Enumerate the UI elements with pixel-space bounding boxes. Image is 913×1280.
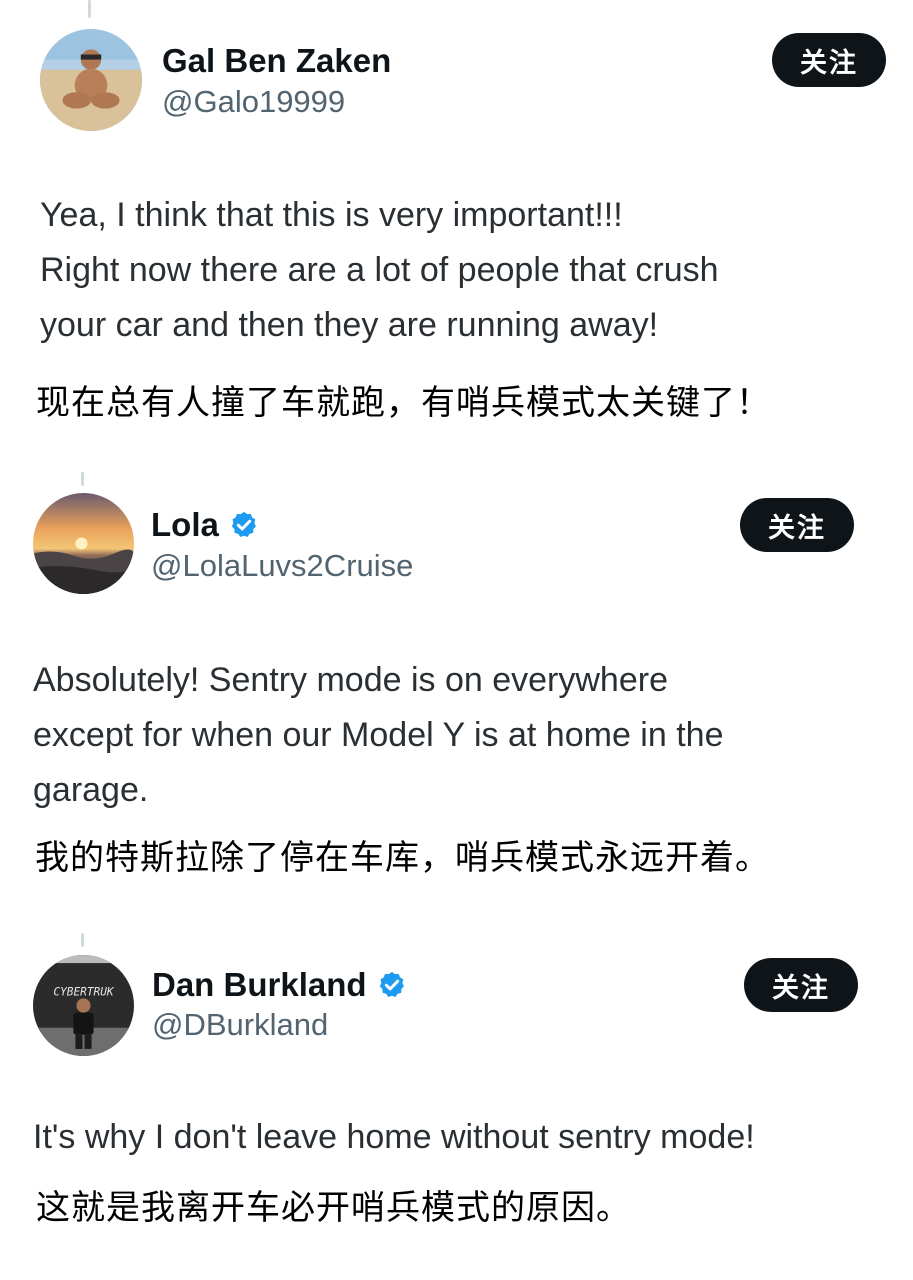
follow-button[interactable]: 关注 <box>740 498 854 552</box>
display-name-text[interactable]: Gal Ben Zaken <box>162 42 391 80</box>
tweet-text-line: Right now there are a lot of people that… <box>40 251 719 289</box>
avatar[interactable] <box>40 29 142 131</box>
display-name-text[interactable]: Lola <box>151 506 219 544</box>
user-handle[interactable]: @Galo19999 <box>162 84 345 120</box>
tweet-text-line: Yea, I think that this is very important… <box>40 196 623 234</box>
display-name[interactable]: Lola <box>151 506 259 544</box>
translation-text: 我的特斯拉除了停在车库，哨兵模式永远开着。 <box>35 838 770 878</box>
display-name-text[interactable]: Dan Burkland <box>152 966 367 1004</box>
translation-text: 现在总有人撞了车就跑，有哨兵模式太关键了！ <box>36 383 771 423</box>
tweet-text-line: garage. <box>33 771 149 809</box>
translation-text: 这就是我离开车必开哨兵模式的原因。 <box>36 1188 631 1228</box>
user-handle[interactable]: @LolaLuvs2Cruise <box>151 548 413 584</box>
svg-text:CYBERTRUK: CYBERTRUK <box>53 985 115 998</box>
user-handle[interactable]: @DBurkland <box>152 1007 328 1043</box>
tweet-text-line: except for when our Model Y is at home i… <box>33 716 724 754</box>
tweet-text: Yea, I think that this is very important… <box>40 188 719 353</box>
avatar[interactable]: CYBERTRUK <box>33 955 134 1056</box>
follow-button[interactable]: 关注 <box>772 33 886 87</box>
display-name[interactable]: Gal Ben Zaken <box>162 42 391 80</box>
follow-button[interactable]: 关注 <box>744 958 858 1012</box>
thread-connector <box>88 0 91 18</box>
tweet-text: Absolutely! Sentry mode is on everywhere… <box>33 653 723 818</box>
tweet-text-line: Absolutely! Sentry mode is on everywhere <box>33 661 668 699</box>
verified-badge-icon <box>231 511 256 537</box>
avatar[interactable] <box>33 493 134 594</box>
display-name[interactable]: Dan Burkland <box>152 966 407 1004</box>
verified-badge-icon <box>379 971 404 997</box>
thread-connector <box>81 933 84 947</box>
tweet-text-line: It's why I don't leave home without sent… <box>33 1118 755 1156</box>
tweet-text-line: your car and then they are running away! <box>40 306 659 344</box>
tweet-text: It's why I don't leave home without sent… <box>33 1110 755 1165</box>
thread-connector <box>81 472 84 486</box>
